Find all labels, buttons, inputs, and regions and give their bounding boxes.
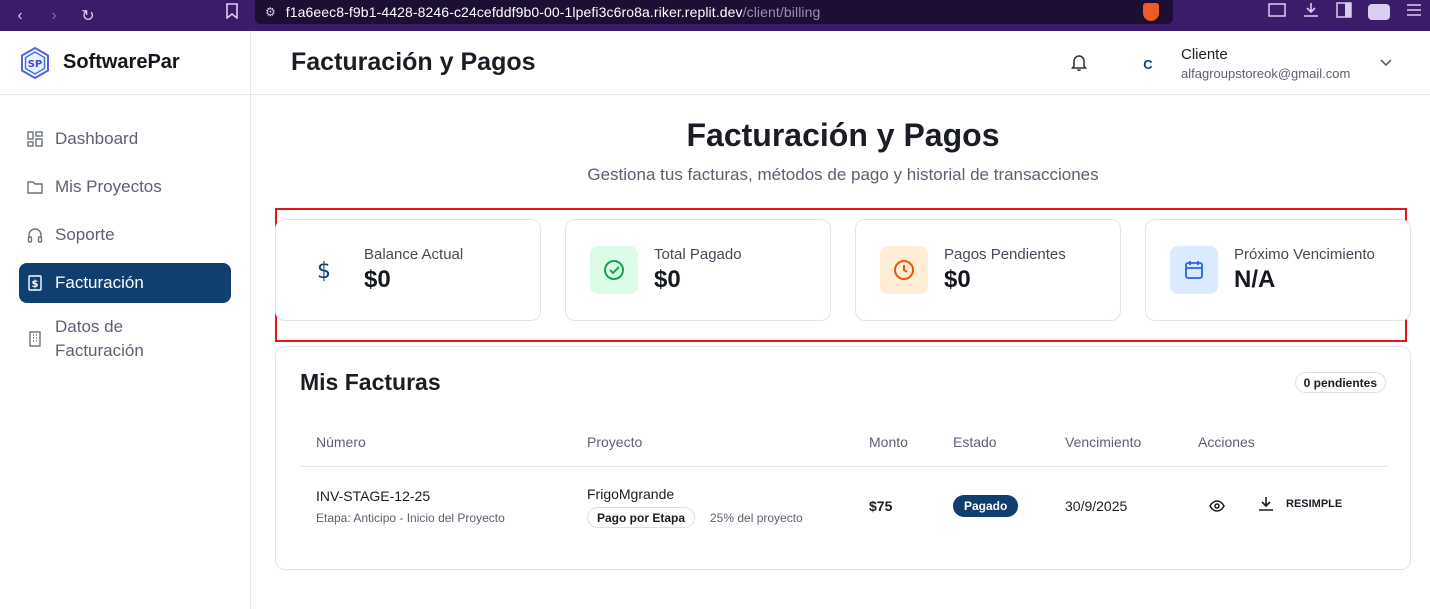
stat-card-paid: Total Pagado $0 — [565, 219, 831, 321]
dollar-icon: $ — [300, 246, 348, 294]
table-divider — [300, 466, 1387, 467]
stat-value: $0 — [654, 266, 681, 293]
column-header-project: Proyecto — [587, 434, 643, 450]
reader-icon[interactable] — [1268, 2, 1286, 23]
private-icon[interactable] — [1368, 4, 1390, 20]
column-header-number: Número — [316, 434, 366, 450]
svg-text:$: $ — [317, 259, 331, 282]
stat-label: Próximo Vencimiento — [1234, 246, 1375, 263]
avatar[interactable]: C — [1135, 51, 1161, 77]
download-icon — [1259, 497, 1273, 511]
sidebar: SP SoftwarePar Dashboard Mis Proyectos S… — [0, 31, 251, 609]
browser-toolbar: ‹ › ↻ ⚙ f1a6eec8-f9b1-4428-8246-c24cefdd… — [0, 0, 1430, 31]
stat-card-pending: Pagos Pendientes $0 — [855, 219, 1121, 321]
stat-value: $0 — [944, 266, 971, 293]
pending-badge: 0 pendientes — [1294, 372, 1386, 393]
brand[interactable]: SP SoftwarePar — [0, 31, 250, 95]
invoice-amount: $75 — [869, 498, 893, 514]
receipt-icon: $ — [27, 275, 43, 291]
dashboard-icon — [27, 131, 43, 147]
stat-card-balance: $ Balance Actual $0 — [275, 219, 541, 321]
sidebar-item-support[interactable]: Soporte — [19, 215, 231, 255]
invoices-title: Mis Facturas — [300, 369, 441, 395]
browser-actions — [1268, 0, 1422, 24]
top-header: Facturación y Pagos C Cliente alfagroups… — [251, 31, 1430, 95]
stat-label: Pagos Pendientes — [944, 246, 1066, 263]
column-header-actions: Acciones — [1198, 434, 1255, 450]
check-circle-icon — [590, 246, 638, 294]
svg-text:SP: SP — [28, 59, 43, 70]
column-header-due: Vencimiento — [1065, 434, 1142, 450]
bell-icon[interactable] — [1071, 53, 1087, 76]
brand-name: SoftwarePar — [63, 51, 180, 73]
logo-icon: SP — [21, 46, 49, 79]
sidebar-item-label: Datos de Facturación — [55, 317, 144, 360]
address-bar[interactable]: ⚙ f1a6eec8-f9b1-4428-8246-c24cefddf9b0-0… — [255, 0, 1173, 24]
main-subtitle: Gestiona tus facturas, métodos de pago y… — [587, 165, 1099, 184]
stat-card-next-due: Próximo Vencimiento N/A — [1145, 219, 1411, 321]
sidebar-item-projects[interactable]: Mis Proyectos — [19, 167, 231, 207]
site-info-icon[interactable]: ⚙ — [265, 5, 276, 19]
sidebar-item-dashboard[interactable]: Dashboard — [19, 119, 231, 159]
sidebar-item-billing-data[interactable]: Datos de Facturación — [19, 311, 231, 367]
status-badge: Pagado — [953, 495, 1019, 517]
invoice-stage: Etapa: Anticipo - Inicio del Proyecto — [316, 511, 505, 525]
column-header-status: Estado — [953, 434, 997, 450]
invoices-card: Mis Facturas 0 pendientes Número Proyect… — [275, 346, 1411, 570]
user-name[interactable]: Cliente — [1181, 46, 1228, 63]
sidebar-item-label: Mis Proyectos — [55, 177, 162, 196]
page-title: Facturación y Pagos — [291, 48, 536, 76]
folder-icon — [27, 179, 43, 195]
reload-icon[interactable]: ↻ — [78, 6, 98, 26]
bookmark-icon[interactable] — [225, 3, 239, 24]
download-invoice-button[interactable]: RESIMPLE — [1258, 496, 1342, 512]
stat-label: Balance Actual — [364, 246, 464, 263]
headphones-icon — [27, 227, 43, 243]
invoice-number: INV-STAGE-12-25 — [316, 488, 431, 504]
building-icon — [27, 331, 43, 347]
calendar-icon — [1170, 246, 1218, 294]
download-icon[interactable] — [1302, 1, 1320, 24]
project-tag: Pago por Etapa — [587, 507, 696, 528]
download-label: RESIMPLE — [1286, 498, 1343, 510]
invoice-due-date: 30/9/2025 — [1065, 498, 1128, 514]
back-icon[interactable]: ‹ — [10, 6, 30, 26]
svg-text:$: $ — [32, 279, 39, 290]
stat-value: $0 — [364, 266, 391, 293]
stat-value: N/A — [1234, 266, 1276, 293]
eye-icon[interactable] — [1209, 499, 1225, 517]
sidebar-item-label: Dashboard — [55, 129, 139, 148]
clock-icon — [880, 246, 928, 294]
user-email: alfagroupstoreok@gmail.com — [1181, 66, 1351, 81]
brave-shield-icon[interactable] — [1143, 3, 1159, 21]
chevron-down-icon[interactable] — [1379, 55, 1393, 73]
column-header-amount: Monto — [869, 434, 908, 450]
stat-label: Total Pagado — [654, 246, 742, 263]
sidebar-toggle-icon[interactable] — [1336, 1, 1352, 23]
sidebar-item-billing[interactable]: $ Facturación — [19, 263, 231, 303]
browser-nav: ‹ › ↻ — [0, 6, 98, 26]
sidebar-item-label: Soporte — [55, 225, 115, 244]
main-title: Facturación y Pagos — [686, 117, 1000, 153]
project-percent: 25% del proyecto — [710, 511, 803, 525]
url-text: f1a6eec8-f9b1-4428-8246-c24cefddf9b0-00-… — [285, 4, 821, 20]
sidebar-nav: Dashboard Mis Proyectos Soporte $ Factur… — [0, 95, 250, 399]
sidebar-item-label: Facturación — [55, 273, 144, 292]
invoice-project: FrigoMgrande — [587, 486, 675, 502]
menu-icon[interactable] — [1406, 3, 1422, 22]
forward-icon[interactable]: › — [44, 6, 64, 26]
